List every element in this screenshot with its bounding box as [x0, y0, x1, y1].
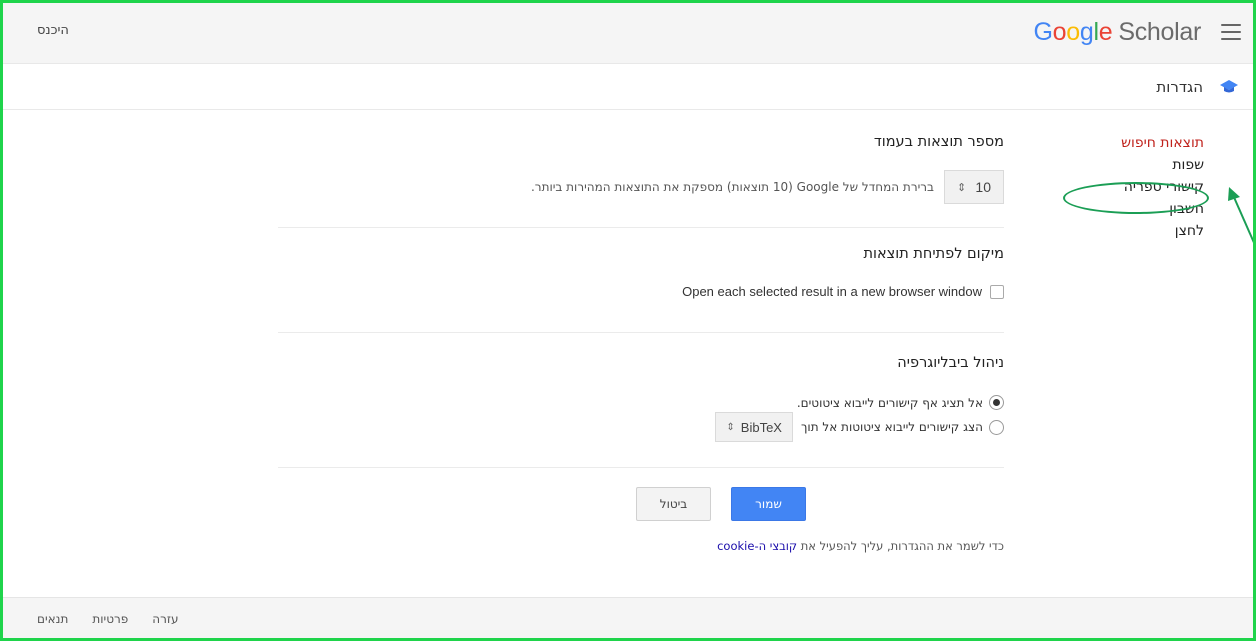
cookie-note: כדי לשמר את ההגדרות, עליך להפעיל את קובצ…: [278, 539, 1004, 553]
sidebar-item-search-results[interactable]: תוצאות חיפוש: [1121, 132, 1204, 154]
save-button[interactable]: שמור: [731, 487, 806, 521]
cookie-note-text: כדי לשמר את ההגדרות, עליך להפעיל את: [797, 539, 1004, 553]
select-arrows-icon: ⇕: [726, 421, 735, 433]
show-citation-links-label: הצג קישורים לייבוא ציטוטות אל תוך: [800, 420, 983, 434]
new-window-checkbox[interactable]: [990, 284, 1004, 299]
open-results-section: מיקום לפתיחת תוצאות Open each selected r…: [278, 228, 1004, 333]
footer: עזרה פרטיות תנאים: [3, 597, 1253, 638]
sign-in-link[interactable]: היכנס: [37, 23, 69, 38]
select-arrows-icon: ⇕: [957, 181, 967, 194]
sidebar-item-button[interactable]: לחצן: [1121, 220, 1204, 242]
results-per-page-select[interactable]: 10 ⇕: [944, 170, 1004, 204]
new-window-label: Open each selected result in a new brows…: [682, 284, 982, 299]
open-results-title: מיקום לפתיחת תוצאות: [863, 246, 1005, 262]
annotation-ellipse: [1063, 182, 1209, 214]
footer-link-terms[interactable]: תנאים: [37, 612, 68, 626]
top-bar: Google Scholar היכנס: [3, 3, 1253, 64]
hamburger-menu-icon[interactable]: [1221, 24, 1241, 40]
show-citation-links-radio[interactable]: [989, 419, 1004, 435]
graduation-cap-icon: [1220, 80, 1238, 93]
bibliography-title: ניהול ביבליוגרפיה: [897, 355, 1004, 371]
annotation-arrow: [1228, 187, 1256, 246]
results-per-page-title: מספר תוצאות בעמוד: [873, 134, 1004, 150]
page-title: הגדרות: [1156, 78, 1203, 96]
settings-main: מספר תוצאות בעמוד 10 ⇕ ברירת המחדל של Go…: [278, 110, 1004, 553]
sidebar-item-languages[interactable]: שפות: [1121, 154, 1204, 176]
footer-links: עזרה פרטיות תנאים: [37, 612, 179, 626]
footer-link-help[interactable]: עזרה: [152, 612, 178, 626]
cookie-link[interactable]: קובצי ה-cookie: [717, 539, 797, 553]
footer-link-privacy[interactable]: פרטיות: [92, 612, 128, 626]
settings-header: הגדרות: [3, 64, 1253, 110]
google-scholar-logo[interactable]: Google Scholar: [1033, 15, 1201, 49]
results-per-page-help: ברירת המחדל של Google (10 תוצאות) מספקת …: [530, 180, 934, 194]
citation-format-select[interactable]: BibTeX ⇕: [715, 412, 793, 442]
results-per-page-section: מספר תוצאות בעמוד 10 ⇕ ברירת המחדל של Go…: [278, 110, 1004, 228]
no-citation-links-radio[interactable]: [989, 395, 1004, 410]
bibliography-section: ניהול ביבליוגרפיה אל תציג אף קישורים ליי…: [278, 333, 1004, 468]
cancel-button[interactable]: ביטול: [636, 487, 711, 521]
no-citation-links-label: אל תציג אף קישורים לייבוא ציטוטים.: [796, 395, 983, 410]
citation-format-value: BibTeX: [740, 419, 782, 435]
results-per-page-value: 10: [975, 179, 991, 195]
